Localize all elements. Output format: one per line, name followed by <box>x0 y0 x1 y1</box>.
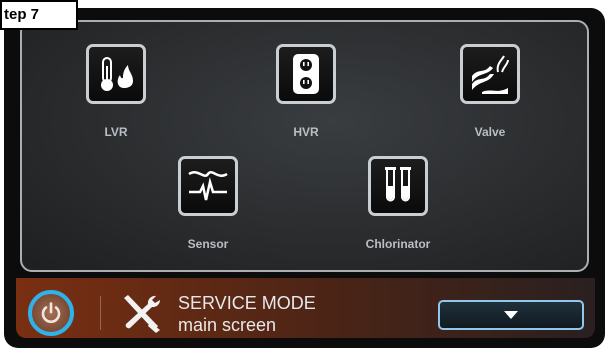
lvr-button[interactable] <box>86 44 146 104</box>
power-outlet-icon <box>293 54 319 94</box>
valve-label: Valve <box>474 125 506 139</box>
thermometer-flame-icon <box>101 57 133 91</box>
sensor-icon <box>188 171 228 201</box>
chevron-down-icon <box>504 311 518 319</box>
sensor-label: Sensor <box>187 237 229 251</box>
test-tubes-icon <box>385 167 411 202</box>
chlorinator-label: Chlorinator <box>365 237 431 251</box>
water-valve-icon <box>472 55 509 94</box>
chlorinator-button[interactable] <box>368 156 428 216</box>
sensor-button[interactable] <box>178 156 238 216</box>
lvr-label: LVR <box>104 125 128 139</box>
hvr-label: HVR <box>293 125 319 139</box>
menu-dropdown-button[interactable] <box>438 300 584 330</box>
step-badge: tep 7 <box>0 0 78 30</box>
status-divider <box>100 296 101 330</box>
valve-button[interactable] <box>460 44 520 104</box>
wrench-screwdriver-icon <box>124 295 161 333</box>
screen-subtitle: main screen <box>178 315 277 335</box>
hvr-button[interactable] <box>276 44 336 104</box>
power-icon <box>41 302 61 323</box>
power-button[interactable] <box>28 290 74 336</box>
service-mode-title: SERVICE MODE <box>178 293 316 313</box>
